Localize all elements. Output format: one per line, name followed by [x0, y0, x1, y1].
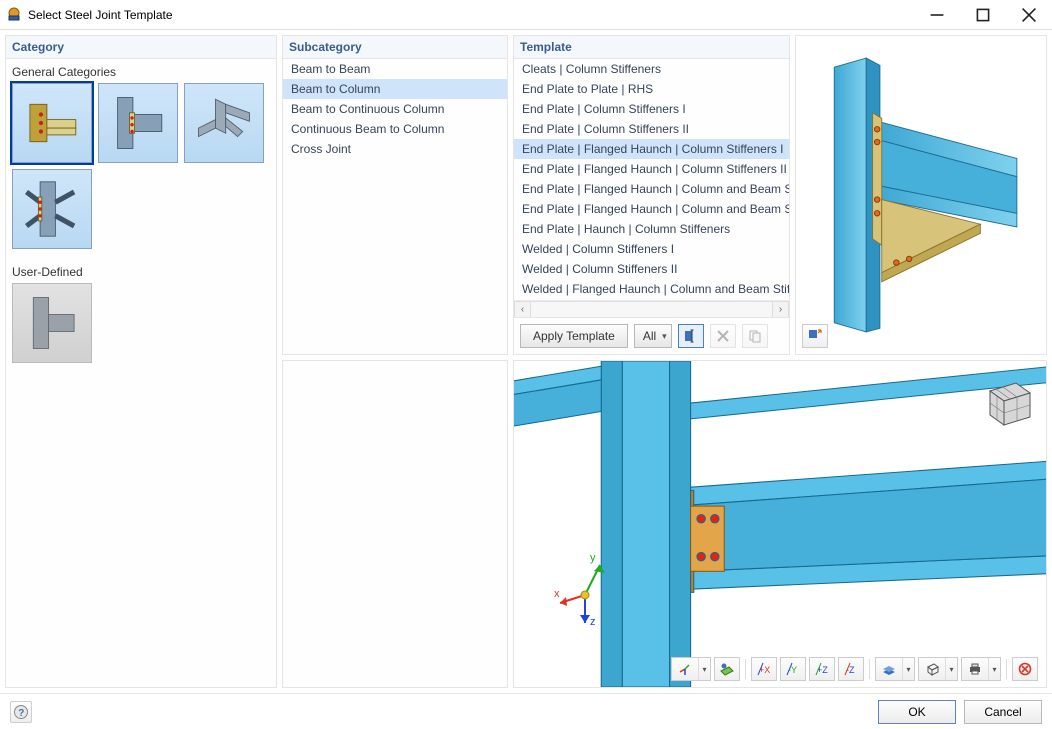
svg-text:y: y [590, 552, 596, 564]
chevron-down-icon: ▾ [698, 658, 710, 680]
printer-icon [962, 658, 988, 680]
minimize-button[interactable] [914, 0, 960, 30]
help-button[interactable]: ? [10, 701, 32, 723]
template-item[interactable]: End Plate | Flanged Haunch | Column Stif… [514, 139, 789, 159]
preview-panel [795, 35, 1047, 355]
category-thumb-user-0[interactable] [12, 283, 92, 363]
window-title: Select Steel Joint Template [28, 8, 173, 22]
vp-view-plus-x[interactable]: +X [751, 657, 777, 681]
template-item[interactable]: End Plate | Flanged Haunch | Column Stif… [514, 159, 789, 179]
vp-view-minus-y[interactable]: -Y [780, 657, 806, 681]
preview-render [816, 50, 1026, 340]
template-hscroll[interactable]: ‹ › [514, 300, 789, 317]
template-item[interactable]: End Plate | Flanged Haunch | Column and … [514, 179, 789, 199]
scroll-track[interactable] [531, 301, 772, 318]
chevron-down-icon: ▾ [662, 331, 667, 342]
axis-icon [672, 658, 698, 680]
svg-text:+Z: +Z [817, 665, 828, 675]
template-panel: Template Cleats | Column StiffenersEnd P… [513, 35, 790, 355]
subcategory-item[interactable]: Beam to Beam [283, 59, 507, 79]
subcategory-header: Subcategory [283, 36, 507, 59]
category-thumb-general-1[interactable] [98, 83, 178, 163]
help-icon: ? [13, 704, 29, 720]
vp-display-mode[interactable]: ▾ [875, 657, 915, 681]
user-defined-label: User-Defined [6, 259, 276, 283]
subcategory-item[interactable]: Cross Joint [283, 139, 507, 159]
category-thumb-general-0[interactable] [12, 83, 92, 163]
subcategory-item[interactable]: Beam to Continuous Column [283, 99, 507, 119]
category-thumb-general-3[interactable] [12, 169, 92, 249]
svg-text:x: x [554, 588, 560, 600]
template-filter-value: All [643, 329, 656, 343]
viewport-toolbar: ▾ +X -Y +Z -Z ▾ ▾ ▾ [671, 657, 1038, 681]
template-header: Template [514, 36, 789, 59]
preview-expand-button[interactable] [802, 324, 828, 348]
svg-text:?: ? [18, 708, 24, 719]
chevron-down-icon: ▾ [988, 658, 1000, 680]
preview-area [796, 36, 1046, 354]
template-item[interactable]: End Plate to Plate | RHS [514, 79, 789, 99]
subcategory-item[interactable]: Beam to Column [283, 79, 507, 99]
viewport-3d[interactable]: x y z ▾ [514, 361, 1046, 687]
template-item[interactable]: End Plate | Column Stiffeners II [514, 119, 789, 139]
axis-gizmo: x y z [550, 547, 620, 627]
template-item[interactable]: End Plate | Column Stiffeners I [514, 99, 789, 119]
app-icon [6, 7, 22, 23]
chevron-down-icon: ▾ [945, 658, 957, 680]
title-bar: Select Steel Joint Template [0, 0, 1052, 30]
ok-button[interactable]: OK [878, 700, 956, 724]
subcategory-panel: Subcategory Beam to BeamBeam to ColumnBe… [282, 35, 508, 355]
vp-print-tool[interactable]: ▾ [961, 657, 1001, 681]
nav-cube[interactable] [976, 371, 1036, 431]
delete-template-button[interactable] [710, 324, 736, 348]
vp-plane-tool[interactable] [714, 657, 740, 681]
vp-axis-tool[interactable]: ▾ [671, 657, 711, 681]
close-button[interactable] [1006, 0, 1052, 30]
template-item[interactable]: Welded | Column Stiffeners I [514, 239, 789, 259]
viewport-panel: x y z ▾ [513, 360, 1047, 688]
empty-panel [282, 360, 508, 688]
vp-view-plus-z[interactable]: +Z [809, 657, 835, 681]
copy-template-button[interactable] [742, 324, 768, 348]
category-panel: Category General Categories User-Defined [5, 35, 277, 688]
subcategory-item[interactable]: Continuous Beam to Column [283, 119, 507, 139]
vp-view-minus-z[interactable]: -Z [838, 657, 864, 681]
template-list: Cleats | Column StiffenersEnd Plate to P… [514, 59, 789, 300]
vp-wireframe-mode[interactable]: ▾ [918, 657, 958, 681]
rename-template-button[interactable] [678, 324, 704, 348]
viewport-render [514, 361, 1046, 687]
svg-text:z: z [590, 616, 596, 627]
dialog-footer: ? OK Cancel [0, 693, 1052, 729]
general-categories-label: General Categories [6, 59, 276, 83]
vp-close-tool[interactable] [1012, 657, 1038, 681]
chevron-down-icon: ▾ [902, 658, 914, 680]
template-item[interactable]: Welded | Flanged Haunch | Column and Bea… [514, 279, 789, 299]
display-mode-icon [876, 658, 902, 680]
template-item[interactable]: Cleats | Column Stiffeners [514, 59, 789, 79]
template-filter-select[interactable]: All ▾ [634, 324, 672, 348]
template-item[interactable]: End Plate | Haunch | Column Stiffeners [514, 219, 789, 239]
scroll-right-icon[interactable]: › [772, 301, 789, 318]
subcategory-list: Beam to BeamBeam to ColumnBeam to Contin… [283, 59, 507, 354]
wireframe-icon [919, 658, 945, 680]
template-item[interactable]: Welded | Column Stiffeners II [514, 259, 789, 279]
maximize-button[interactable] [960, 0, 1006, 30]
scroll-left-icon[interactable]: ‹ [514, 301, 531, 318]
apply-template-button[interactable]: Apply Template [520, 324, 628, 348]
template-item[interactable]: End Plate | Flanged Haunch | Column and … [514, 199, 789, 219]
cancel-button[interactable]: Cancel [964, 700, 1042, 724]
main-area: Category General Categories User-Defined [0, 30, 1052, 693]
category-thumb-general-2[interactable] [184, 83, 264, 163]
category-header: Category [6, 36, 276, 59]
svg-text:+X: +X [759, 665, 770, 675]
